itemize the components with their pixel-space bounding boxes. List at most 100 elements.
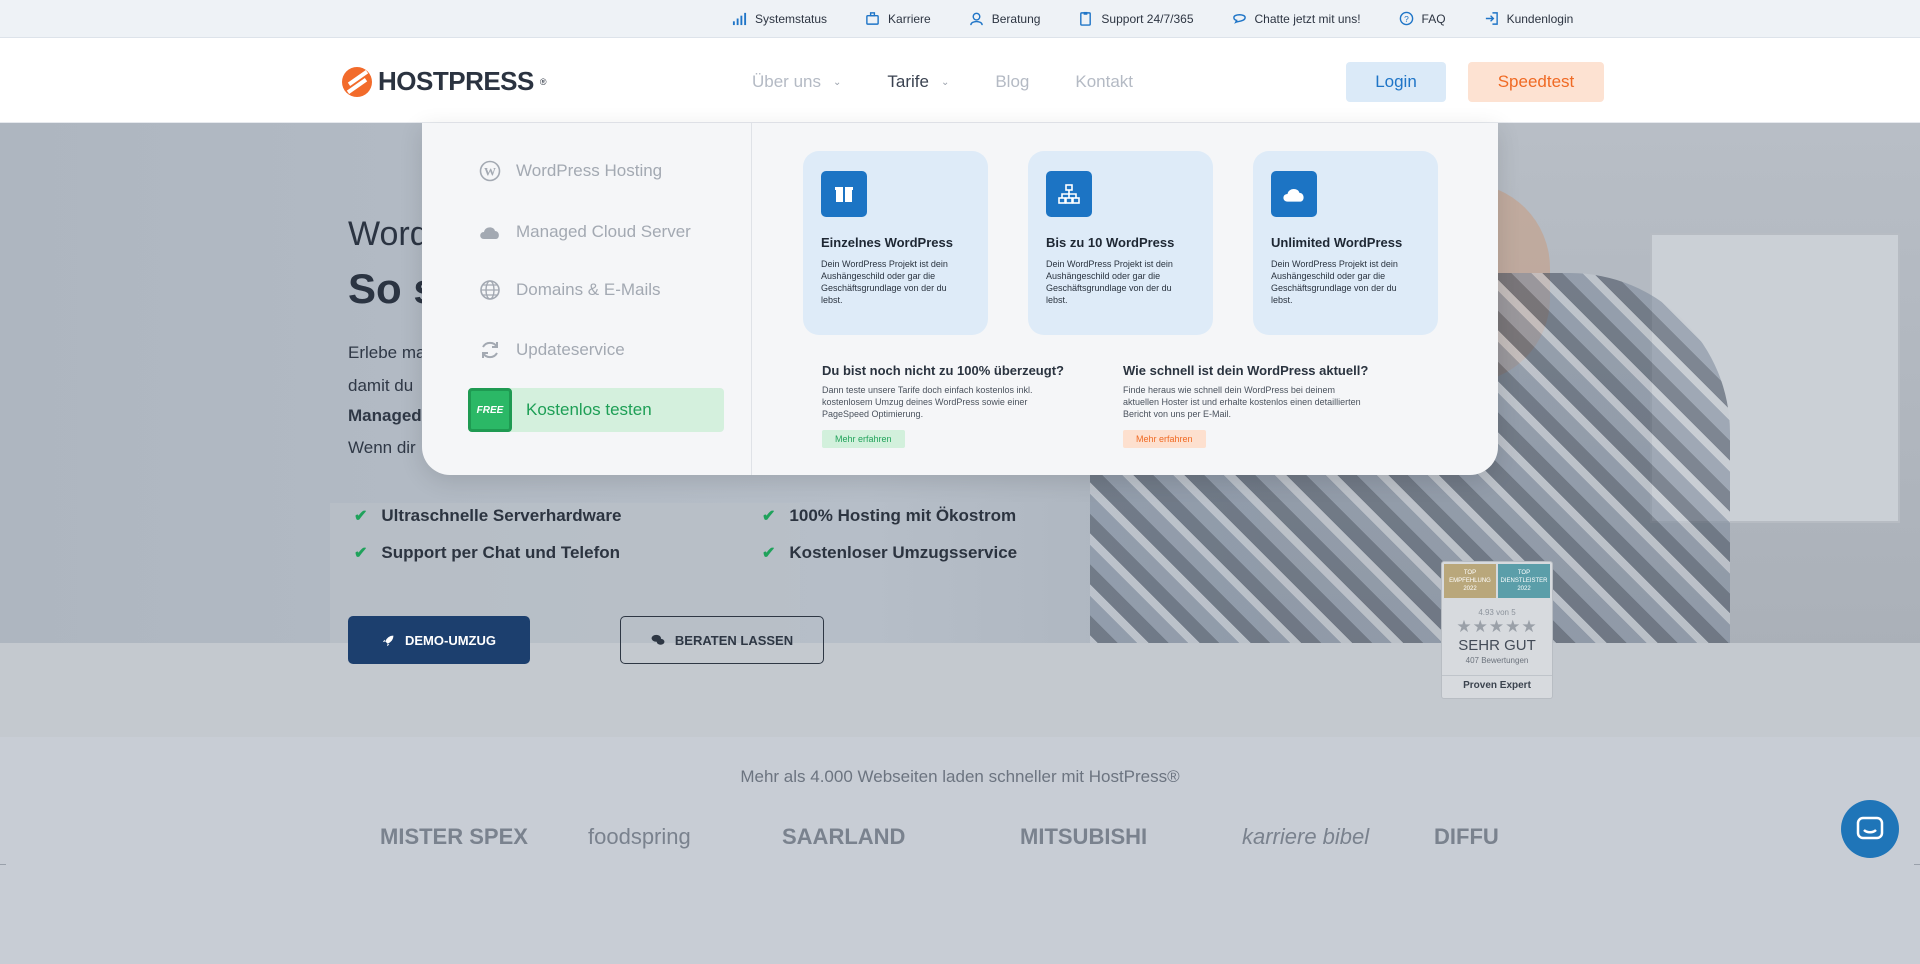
nav-label: Tarife: [887, 72, 929, 91]
chevron-down-icon: ⌄: [940, 76, 950, 88]
rating-count: 407 Bewertungen: [1465, 656, 1529, 665]
menu-item-label: Domains & E-Mails: [516, 280, 661, 299]
tarife-mega-menu: W WordPress Hosting Managed Cloud Server…: [422, 123, 1498, 475]
topbar-beratung[interactable]: Beratung: [969, 11, 1040, 26]
topbar-chat[interactable]: Chatte jetzt mit uns!: [1232, 11, 1361, 26]
award-seal-top-dienstleister: TOP DIENSTLEISTER 2022: [1498, 564, 1550, 598]
demo-umzug-button[interactable]: DEMO-UMZUG: [348, 616, 530, 664]
plan-description: Dein WordPress Projekt ist dein Aushänge…: [821, 259, 948, 305]
promo-description: Dann teste unsere Tarife doch einfach ko…: [822, 385, 1033, 419]
question-circle-icon: ?: [1399, 11, 1413, 26]
client-logo-karriere-bibel: karriere bibel: [1242, 824, 1370, 849]
menu-item-managed-cloud-server[interactable]: Managed Cloud Server: [468, 210, 724, 254]
client-logo-diffu: DIFFU: [1434, 824, 1499, 849]
nav-blog[interactable]: Blog: [995, 72, 1029, 92]
main-navigation: Über uns ⌄ Tarife ⌄ Blog Kontakt: [752, 72, 1179, 92]
nav-label: Blog: [995, 72, 1030, 91]
topbar-label: Support 24/7/365: [1101, 11, 1194, 26]
menu-item-wordpress-hosting[interactable]: W WordPress Hosting: [468, 149, 724, 193]
mehr-erfahren-button[interactable]: Mehr erfahren: [1123, 430, 1206, 448]
plan-card-einzelnes-wordpress[interactable]: Einzelnes WordPress Dein WordPress Proje…: [803, 151, 988, 335]
menu-item-kostenlos-testen[interactable]: FREE Kostenlos testen: [468, 388, 724, 432]
speedtest-button[interactable]: Speedtest: [1468, 62, 1604, 102]
check-icon: ✔: [762, 508, 776, 525]
menu-item-label: Updateservice: [516, 340, 625, 359]
topbar-systemstatus[interactable]: Systemstatus: [732, 11, 827, 26]
rating-stars-icon: ★★★★★: [1456, 617, 1538, 636]
nav-label: Über uns: [752, 72, 821, 91]
feature-item: ✔ Support per Chat und Telefon: [354, 543, 762, 563]
hostpress-logo-mark-icon: [342, 66, 372, 97]
box-icon: [821, 171, 867, 217]
award-seals: TOP EMPFEHLUNG 2022 TOP DIENSTLEISTER 20…: [1442, 562, 1552, 600]
chevron-down-icon: ⌄: [832, 76, 842, 88]
topbar-label: Kundenlogin: [1506, 11, 1574, 26]
sign-in-icon: [1485, 12, 1498, 25]
clipboard-icon: [1080, 11, 1092, 26]
edge-marker-left: [0, 864, 6, 865]
topbar-label: Karriere: [888, 11, 931, 26]
topbar-faq[interactable]: ? FAQ: [1399, 11, 1446, 26]
mehr-erfahren-button[interactable]: Mehr erfahren: [822, 430, 905, 448]
menu-item-updateservice[interactable]: Updateservice: [468, 328, 724, 372]
login-button[interactable]: Login: [1346, 62, 1446, 102]
menu-item-domains-emails[interactable]: Domains & E-Mails: [468, 268, 724, 312]
topbar-label: FAQ: [1421, 11, 1446, 26]
topbar-support[interactable]: Support 24/7/365: [1078, 11, 1194, 26]
clients-title: Mehr als 4.000 Webseiten laden schneller…: [740, 767, 1180, 786]
cloud-icon: [478, 220, 502, 244]
wordpress-icon: W: [478, 159, 502, 183]
plan-description: Dein WordPress Projekt ist dein Aushänge…: [1271, 259, 1398, 305]
topbar-kundenlogin[interactable]: Kundenlogin: [1484, 11, 1574, 26]
feature-item: ✔ Ultraschnelle Serverhardware: [354, 506, 762, 526]
proven-expert-badge[interactable]: TOP EMPFEHLUNG 2022 TOP DIENSTLEISTER 20…: [1441, 561, 1553, 699]
beraten-lassen-label: BERATEN LASSEN: [674, 632, 794, 648]
topbar-karriere[interactable]: Karriere: [865, 11, 931, 26]
check-icon: ✔: [762, 545, 776, 562]
demo-umzug-label: DEMO-UMZUG: [405, 632, 496, 648]
plan-card-unlimited-wordpress[interactable]: Unlimited WordPress Dein WordPress Proje…: [1253, 151, 1438, 335]
beraten-lassen-button[interactable]: BERATEN LASSEN: [620, 616, 824, 664]
menu-item-label: Managed Cloud Server: [516, 222, 691, 241]
svg-text:W: W: [484, 165, 496, 179]
free-badge-icon: FREE: [468, 388, 512, 432]
nav-label: Kontakt: [1075, 72, 1134, 91]
clients-section: Mehr als 4.000 Webseiten laden schneller…: [0, 737, 1920, 964]
site-header: HOSTPRESS ® Über uns ⌄ Tarife ⌄ Blog Kontak…: [0, 38, 1920, 123]
feature-label: Kostenloser Umzugsservice: [789, 543, 1018, 562]
topbar-label: Systemstatus: [755, 11, 828, 26]
hostpress-logo[interactable]: HOSTPRESS ®: [342, 66, 547, 97]
award-seal-top-empfehlung: TOP EMPFEHLUNG 2022: [1444, 564, 1496, 598]
nav-ueber-uns[interactable]: Über uns ⌄: [752, 72, 841, 92]
svg-text:?: ?: [1404, 14, 1409, 24]
edge-marker-right: [1914, 864, 1920, 865]
client-logo-foodspring: foodspring: [588, 824, 691, 849]
feature-item: ✔ 100% Hosting mit Ökostrom: [762, 506, 1114, 526]
nav-kontakt[interactable]: Kontakt: [1075, 72, 1133, 92]
proven-expert-brand: Proven Expert: [1442, 675, 1552, 691]
feature-item: ✔ Kostenloser Umzugsservice: [762, 543, 1114, 563]
client-logo-carousel: MISTER SPEX foodspring SAARLAND MITSUBIS…: [380, 812, 1530, 872]
feature-label: 100% Hosting mit Ökostrom: [789, 506, 1017, 525]
live-chat-button[interactable]: [1841, 800, 1899, 858]
logo-registered: ®: [539, 76, 547, 87]
plan-title: Einzelnes WordPress: [821, 235, 953, 250]
plan-title: Unlimited WordPress: [1271, 235, 1403, 250]
mega-menu-category-list: W WordPress Hosting Managed Cloud Server…: [422, 123, 752, 475]
promo-speedtest: Wie schnell ist dein WordPress aktuell? …: [1123, 363, 1368, 448]
promo-title: Du bist noch nicht zu 100% überzeugt?: [822, 363, 1064, 378]
user-headset-icon: [969, 12, 983, 26]
menu-item-label: WordPress Hosting: [516, 161, 663, 180]
promo-title: Wie schnell ist dein WordPress aktuell?: [1123, 363, 1369, 378]
plan-card-bis-zu-10-wordpress[interactable]: Bis zu 10 WordPress Dein WordPress Proje…: [1028, 151, 1213, 335]
nav-tarife[interactable]: Tarife ⌄: [887, 72, 949, 92]
network-icon: [1046, 171, 1092, 217]
client-logo-mister-spex: MISTER SPEX: [380, 824, 528, 849]
plan-description: Dein WordPress Projekt ist dein Aushänge…: [1046, 259, 1173, 305]
promo-kostenlos-testen: Du bist noch nicht zu 100% überzeugt? Da…: [822, 363, 1064, 448]
chat-icon: [1856, 816, 1884, 840]
menu-item-label: Kostenlos testen: [526, 400, 652, 419]
promo-description: Finde heraus wie schnell dein WordPress …: [1123, 385, 1361, 419]
feature-label: Ultraschnelle Serverhardware: [381, 506, 622, 525]
signal-bars-icon: [732, 12, 747, 26]
